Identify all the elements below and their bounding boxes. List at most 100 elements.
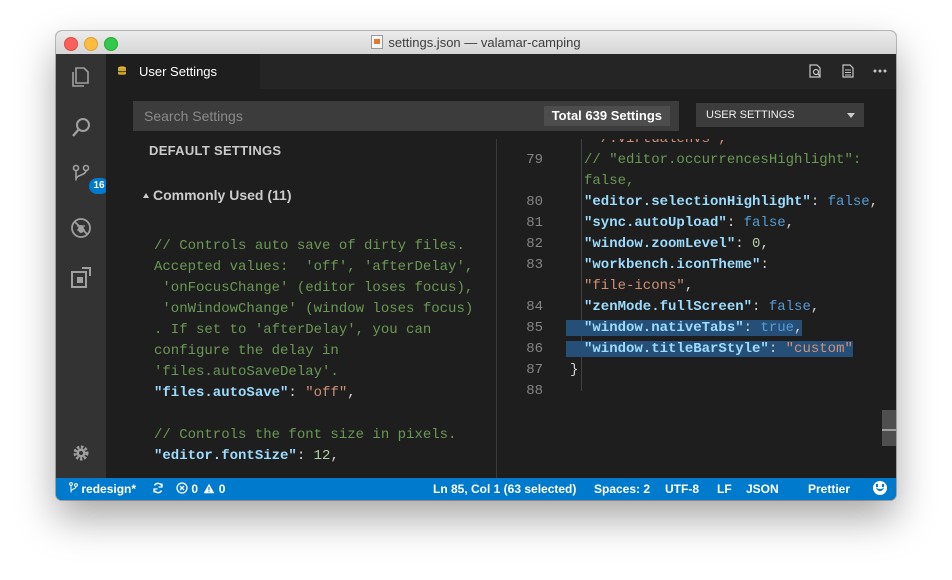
code-token: : xyxy=(296,448,314,464)
code-line[interactable]: false, xyxy=(570,171,878,192)
encoding-status[interactable]: UTF-8 xyxy=(665,482,699,496)
user-settings-editor[interactable]: 79 80 81 82 83 84 85 86 87 88 "~/.virtualenvs", //… xyxy=(496,139,883,478)
open-json-icon[interactable] xyxy=(807,63,823,79)
selected-code-line[interactable]: "window.titleBarStyle": "custom" xyxy=(566,339,878,360)
git-branch-icon xyxy=(69,482,78,493)
more-icon[interactable] xyxy=(872,63,888,79)
line-number: 79 xyxy=(526,152,543,168)
error-icon xyxy=(176,482,188,494)
source-control-icon[interactable]: 16 xyxy=(69,164,109,194)
debug-icon[interactable] xyxy=(69,216,93,240)
code-token: "zenMode.fullScreen" xyxy=(584,299,753,315)
code-token: 'files.autoSaveDelay'. xyxy=(154,364,339,380)
line-number: 87 xyxy=(526,362,543,378)
feedback-smiley-icon[interactable] xyxy=(873,481,887,495)
code-token: "editor.fontSize" xyxy=(154,448,297,464)
code-token: 'onFocusChange' (editor loses focus), xyxy=(154,280,474,296)
tab-actions xyxy=(795,63,888,84)
code-line[interactable]: "~/.virtualenvs", xyxy=(570,139,878,150)
code-token: // Controls the font size in pixels. xyxy=(154,427,457,443)
code-line[interactable]: "file-icons", xyxy=(570,276,878,297)
file-icon xyxy=(371,35,384,49)
search-input[interactable] xyxy=(133,101,533,131)
selected-code-line[interactable]: "window.nativeTabs": true, xyxy=(566,318,878,339)
code-token: "files.autoSave" xyxy=(154,385,289,401)
code-token: false xyxy=(743,215,786,231)
status-bar: redesign* 0 0 Ln 85, Col 1 (63 selected)… xyxy=(56,478,896,500)
code-line-content: // "editor.occurrencesHighlight": xyxy=(570,152,861,168)
default-settings-header: DEFAULT SETTINGS xyxy=(149,143,282,158)
code-line[interactable] xyxy=(570,381,878,402)
code-token: : xyxy=(735,236,753,252)
sync-icon[interactable] xyxy=(152,482,164,496)
code-line-content: "zenMode.fullScreen": false, xyxy=(570,299,819,315)
code-token: 'onWindowChange' (window loses focus) xyxy=(154,301,474,317)
branch-status[interactable]: redesign* xyxy=(69,482,136,496)
code-line: 'onFocusChange' (editor loses focus), xyxy=(154,278,473,299)
code-token: "custom" xyxy=(785,341,853,357)
settings-scope-select[interactable]: USER SETTINGS xyxy=(696,103,864,127)
eol-status[interactable]: LF xyxy=(717,482,732,496)
title-bar: settings.json — valamar-camping xyxy=(56,31,896,55)
user-settings-code[interactable]: "~/.virtualenvs", // "editor.occurrencesH… xyxy=(566,139,878,402)
code-token: , xyxy=(330,448,339,464)
window-title: settings.json — valamar-camping xyxy=(388,35,581,50)
code-line-content: } xyxy=(570,362,578,378)
indentation-status[interactable]: Spaces: 2 xyxy=(594,482,650,496)
gear-icon[interactable] xyxy=(69,441,93,465)
code-line-content: "sync.autoUpload": false, xyxy=(570,215,794,231)
code-line[interactable]: "sync.autoUpload": false, xyxy=(570,213,878,234)
section-title[interactable]: Commonly Used (11) xyxy=(153,187,291,203)
extensions-icon[interactable] xyxy=(69,266,93,290)
code-token: : xyxy=(752,299,769,315)
code-token: , xyxy=(760,236,769,252)
code-token: "file-icons" xyxy=(584,278,685,294)
code-token: : xyxy=(726,215,744,231)
code-token: , xyxy=(869,194,879,210)
line-number: 86 xyxy=(526,341,543,357)
code-token: 12 xyxy=(313,448,331,464)
code-token: "sync.autoUpload" xyxy=(584,215,727,231)
problems-status[interactable]: 0 0 xyxy=(176,482,225,496)
tab-user-settings[interactable]: User Settings xyxy=(106,54,260,89)
code-line[interactable]: "editor.selectionHighlight": false, xyxy=(570,192,878,213)
search-icon[interactable] xyxy=(69,116,93,140)
cursor-position[interactable]: Ln 85, Col 1 (63 selected) xyxy=(433,482,576,496)
files-icon[interactable] xyxy=(69,65,93,89)
code-line[interactable]: "zenMode.fullScreen": false, xyxy=(570,297,878,318)
code-line[interactable]: "workbench.iconTheme": xyxy=(570,255,878,276)
code-line-content: "window.nativeTabs": true, xyxy=(566,320,803,336)
warning-icon xyxy=(204,483,215,494)
code-line: // Controls auto save of dirty files. xyxy=(154,236,473,257)
split-editor-icon[interactable] xyxy=(840,63,856,79)
collapse-caret-icon[interactable] xyxy=(143,193,149,198)
vscode-window: settings.json — valamar-camping 16 User xyxy=(56,31,896,500)
code-line[interactable]: // "editor.occurrencesHighlight": xyxy=(570,150,878,171)
code-line-content: "workbench.iconTheme": xyxy=(570,257,769,273)
scrollbar-thumb[interactable] xyxy=(882,410,896,446)
language-mode[interactable]: JSON xyxy=(746,482,779,496)
code-line-content: "window.zoomLevel": 0, xyxy=(570,236,769,252)
code-token: Accepted values: 'off', 'afterDelay', xyxy=(154,259,474,275)
formatter-status[interactable]: Prettier xyxy=(808,482,850,496)
default-settings-code: // Controls auto save of dirty files. Acc… xyxy=(154,236,473,467)
code-token: . If set to 'afterDelay', you can xyxy=(154,322,432,338)
code-line-content: "editor.selectionHighlight": false, xyxy=(570,194,878,210)
code-token: true xyxy=(760,320,795,336)
code-token: "window.nativeTabs" xyxy=(584,320,744,336)
settings-count-badge: Total 639 Settings xyxy=(543,106,670,126)
tab-label: User Settings xyxy=(139,64,218,79)
code-line-content: "~/.virtualenvs", xyxy=(570,139,727,147)
code-token: false xyxy=(827,194,870,210)
editor-scrollbar[interactable] xyxy=(882,139,896,478)
code-token: , xyxy=(347,385,356,401)
line-number xyxy=(497,276,547,297)
code-line[interactable]: } xyxy=(570,360,878,381)
settings-search-bar: Total 639 Settings xyxy=(133,101,679,131)
warning-count: 0 xyxy=(218,482,226,496)
code-line[interactable]: "window.zoomLevel": 0, xyxy=(570,234,878,255)
error-count: 0 xyxy=(191,482,199,496)
code-token: , xyxy=(810,299,820,315)
activity-bar: 16 xyxy=(56,54,109,478)
